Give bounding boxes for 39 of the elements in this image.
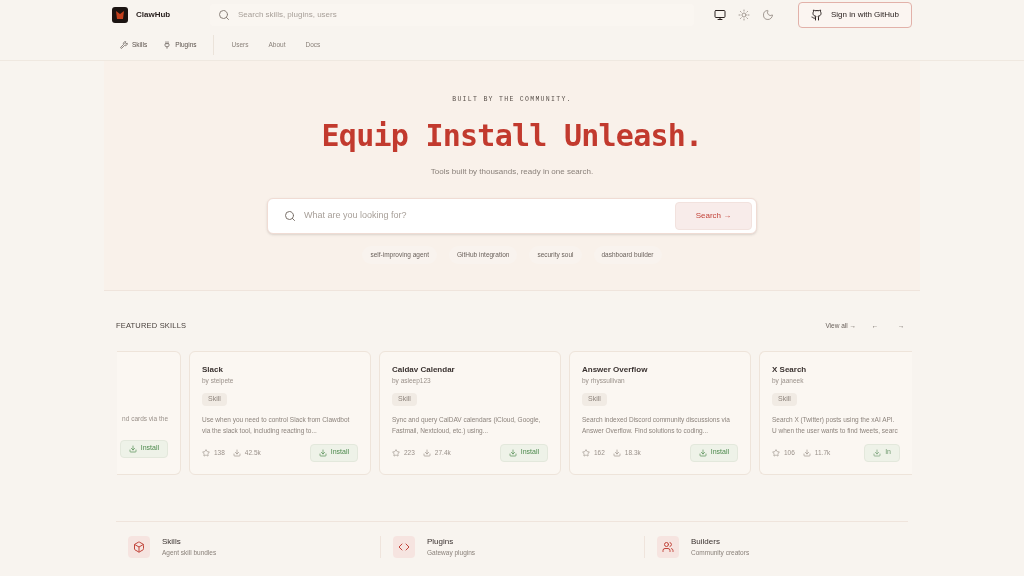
system-theme-button[interactable] — [714, 9, 726, 21]
wrench-icon — [120, 41, 128, 49]
plug-icon — [163, 41, 172, 49]
box-icon — [133, 540, 145, 553]
download-icon — [873, 448, 882, 457]
users-icon — [662, 540, 674, 553]
star-icon — [392, 448, 400, 457]
download-icon — [698, 448, 707, 457]
search-icon — [284, 209, 296, 222]
download-icon — [802, 448, 811, 457]
star-icon — [772, 448, 780, 457]
card-title: Answer Overflow — [582, 363, 649, 376]
download-icon — [318, 448, 327, 457]
star-icon — [582, 448, 590, 457]
download-icon — [612, 448, 621, 457]
sign-in-button[interactable]: Sign in with GitHub — [797, 2, 912, 28]
search-placeholder: Search skills, plugins, users — [238, 9, 337, 21]
category-title: Skills — [162, 535, 182, 548]
card-title: X Search — [772, 363, 808, 376]
logo-icon — [112, 7, 128, 23]
search-icon — [218, 9, 230, 21]
dark-theme-button[interactable] — [762, 9, 774, 21]
card-title: Caldav Calendar — [392, 363, 456, 376]
search-button[interactable]: Search → — [675, 201, 752, 230]
download-icon — [508, 448, 517, 457]
download-icon — [232, 448, 241, 457]
brand-name: ClawHub — [136, 9, 171, 21]
hero-title: Equip Install Unleash. — [321, 116, 703, 155]
card-title: Slack — [202, 363, 224, 376]
category-title: Builders — [691, 535, 721, 548]
download-icon — [422, 448, 431, 457]
search-placeholder: What are you looking for? — [304, 209, 408, 222]
light-theme-button[interactable] — [738, 9, 750, 21]
star-icon — [202, 448, 210, 457]
github-icon — [810, 9, 823, 21]
hero-search-field[interactable]: What are you looking for? Search → — [267, 197, 757, 234]
category-title: Plugins — [427, 535, 455, 548]
hero-subtitle: Tools built by thousands, ready in one search. — [430, 165, 594, 178]
download-icon — [128, 444, 137, 453]
